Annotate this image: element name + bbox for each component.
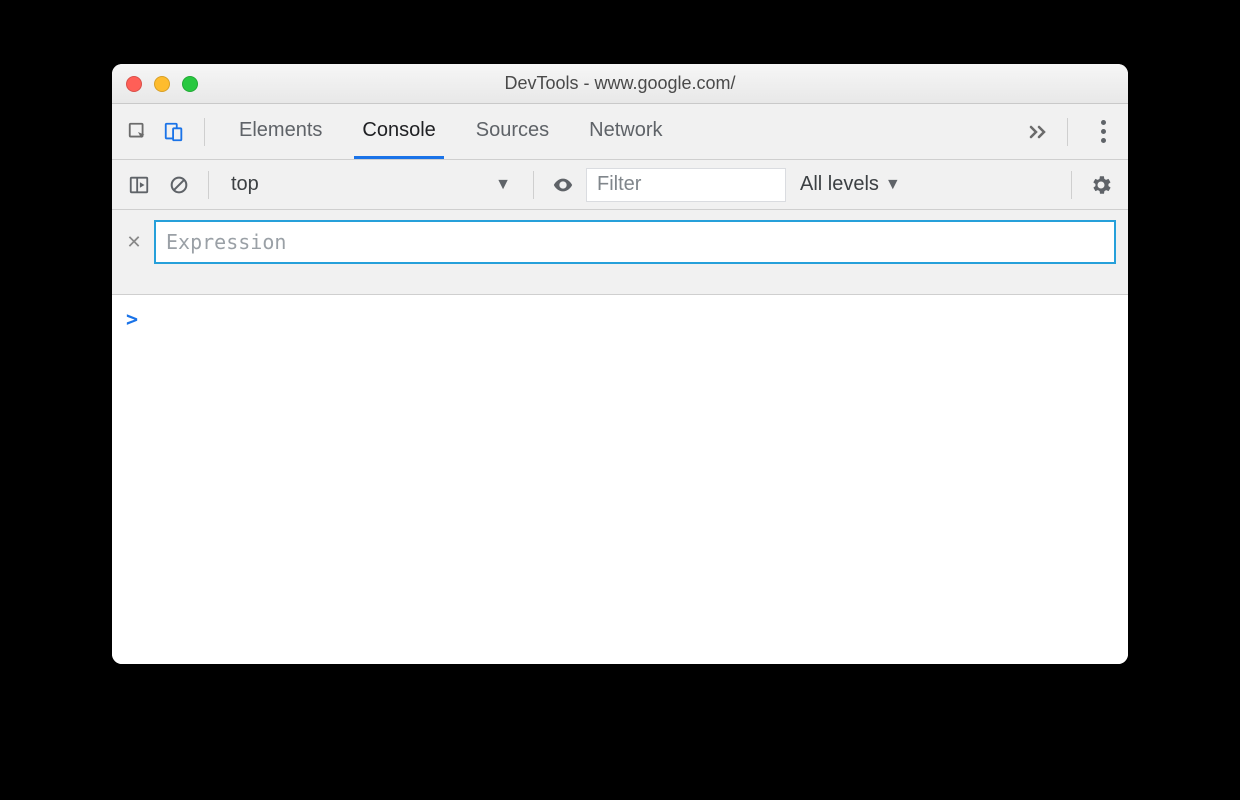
live-expression-bar: ✕ [112, 210, 1128, 295]
window-zoom-button[interactable] [182, 76, 198, 92]
toggle-device-toolbar-icon[interactable] [158, 116, 190, 148]
console-output[interactable]: > [112, 295, 1128, 664]
live-expression-eye-icon[interactable] [546, 168, 580, 202]
divider [204, 118, 205, 146]
more-tabs-icon[interactable] [1023, 117, 1053, 147]
tab-label: Network [589, 119, 662, 142]
close-icon[interactable]: ✕ [124, 232, 144, 253]
tab-sources[interactable]: Sources [468, 104, 557, 159]
divider [208, 171, 209, 199]
window-title: DevTools - www.google.com/ [112, 73, 1128, 94]
tab-elements[interactable]: Elements [231, 104, 330, 159]
traffic-lights [112, 76, 198, 92]
log-levels-selector[interactable]: All levels ▼ [800, 173, 901, 196]
tab-label: Elements [239, 119, 322, 142]
console-prompt-caret: > [126, 307, 138, 331]
window-minimize-button[interactable] [154, 76, 170, 92]
titlebar: DevTools - www.google.com/ [112, 64, 1128, 104]
chevron-down-icon: ▼ [495, 176, 511, 194]
panel-tabs: Elements Console Sources Network [231, 104, 1019, 159]
clear-console-icon[interactable] [162, 168, 196, 202]
context-value: top [231, 173, 259, 196]
settings-menu-icon[interactable] [1088, 117, 1118, 147]
window-close-button[interactable] [126, 76, 142, 92]
toggle-console-sidebar-icon[interactable] [122, 168, 156, 202]
divider [1067, 118, 1068, 146]
tab-console[interactable]: Console [354, 104, 443, 159]
divider [1071, 171, 1072, 199]
inspect-element-icon[interactable] [122, 116, 154, 148]
filter-input[interactable] [586, 168, 786, 202]
tab-label: Sources [476, 119, 549, 142]
tab-network[interactable]: Network [581, 104, 670, 159]
panel-tab-bar: Elements Console Sources Network [112, 104, 1128, 160]
live-expression-input[interactable] [154, 220, 1116, 264]
console-toolbar: top ▼ All levels ▼ [112, 160, 1128, 210]
chevron-down-icon: ▼ [885, 176, 901, 194]
devtools-window: DevTools - www.google.com/ Elements Cons… [112, 64, 1128, 664]
divider [533, 171, 534, 199]
console-settings-icon[interactable] [1084, 168, 1118, 202]
levels-label: All levels [800, 173, 879, 196]
execution-context-selector[interactable]: top ▼ [221, 168, 521, 202]
tab-label: Console [362, 119, 435, 142]
